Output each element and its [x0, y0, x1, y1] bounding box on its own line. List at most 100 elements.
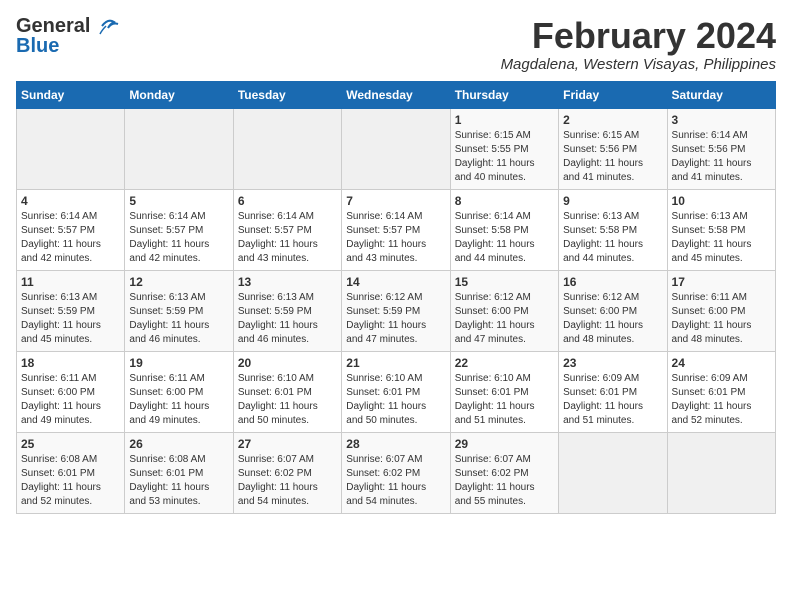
calendar-day-cell: 6Sunrise: 6:14 AM Sunset: 5:57 PM Daylig…: [233, 189, 341, 270]
calendar-day-cell: 4 Sunrise: 6:14 AM Sunset: 5:57 PM Daylig…: [17, 189, 125, 270]
calendar-day-cell: 3 Sunrise: 6:14 AM Sunset: 5:56 PM Daylig…: [667, 108, 775, 189]
day-info: Sunrise: 6:13 AM Sunset: 5:59 PM Dayligh…: [129, 291, 228, 347]
day-info: Sunrise: 6:13 AM Sunset: 5:59 PM Dayligh…: [238, 291, 337, 347]
calendar-day-cell: 29 Sunrise: 6:07 AM Sunset: 6:02 PM Dayli…: [450, 432, 558, 513]
day-of-week-header: Friday: [559, 81, 667, 108]
day-of-week-header: Monday: [125, 81, 233, 108]
day-info: Sunrise: 6:08 AM Sunset: 6:01 PM Dayligh…: [21, 453, 120, 509]
day-number: 8: [455, 194, 554, 208]
day-info: Sunrise: 6:08 AM Sunset: 6:01 PM Dayligh…: [129, 453, 228, 509]
day-of-week-header: Sunday: [17, 81, 125, 108]
day-number: 1: [455, 113, 554, 127]
calendar-day-cell: [667, 432, 775, 513]
day-of-week-header: Wednesday: [342, 81, 450, 108]
day-number: 29: [455, 437, 554, 451]
header: GeneralBlue February 2024 Magdalena, Wes…: [16, 16, 776, 73]
day-number: 7: [346, 194, 445, 208]
day-info: Sunrise: 6:12 AM Sunset: 6:00 PM Dayligh…: [563, 291, 662, 347]
calendar-body: 1 Sunrise: 6:15 AM Sunset: 5:55 PM Daylig…: [17, 108, 776, 513]
calendar-day-cell: 24 Sunrise: 6:09 AM Sunset: 6:01 PM Dayli…: [667, 351, 775, 432]
day-number: 18: [21, 356, 120, 370]
day-info: Sunrise: 6:14 AM Sunset: 5:57 PM Dayligh…: [238, 210, 337, 266]
calendar-table: SundayMondayTuesdayWednesdayThursdayFrid…: [16, 81, 776, 514]
day-info: Sunrise: 6:14 AM Sunset: 5:57 PM Dayligh…: [21, 210, 120, 266]
day-info: Sunrise: 6:10 AM Sunset: 6:01 PM Dayligh…: [238, 372, 337, 428]
day-number: 12: [129, 275, 228, 289]
calendar-day-cell: [342, 108, 450, 189]
calendar-day-cell: 7Sunrise: 6:14 AM Sunset: 5:57 PM Daylig…: [342, 189, 450, 270]
calendar-day-cell: 23 Sunrise: 6:09 AM Sunset: 6:01 PM Dayli…: [559, 351, 667, 432]
calendar-day-cell: 2Sunrise: 6:15 AM Sunset: 5:56 PM Daylig…: [559, 108, 667, 189]
title-area: February 2024 Magdalena, Western Visayas…: [501, 16, 776, 73]
calendar-week-row: 11 Sunrise: 6:13 AM Sunset: 5:59 PM Dayli…: [17, 270, 776, 351]
day-number: 25: [21, 437, 120, 451]
day-info: Sunrise: 6:07 AM Sunset: 6:02 PM Dayligh…: [346, 453, 445, 509]
calendar-day-cell: 17Sunrise: 6:11 AM Sunset: 6:00 PM Dayli…: [667, 270, 775, 351]
day-number: 16: [563, 275, 662, 289]
logo-text: GeneralBlue: [16, 16, 90, 56]
calendar-day-cell: 14Sunrise: 6:12 AM Sunset: 5:59 PM Dayli…: [342, 270, 450, 351]
day-info: Sunrise: 6:14 AM Sunset: 5:57 PM Dayligh…: [129, 210, 228, 266]
month-title: February 2024: [501, 16, 776, 56]
day-number: 10: [672, 194, 771, 208]
day-of-week-header: Thursday: [450, 81, 558, 108]
day-info: Sunrise: 6:10 AM Sunset: 6:01 PM Dayligh…: [455, 372, 554, 428]
day-number: 20: [238, 356, 337, 370]
calendar-day-cell: 16 Sunrise: 6:12 AM Sunset: 6:00 PM Dayli…: [559, 270, 667, 351]
day-info: Sunrise: 6:07 AM Sunset: 6:02 PM Dayligh…: [455, 453, 554, 509]
day-info: Sunrise: 6:15 AM Sunset: 5:55 PM Dayligh…: [455, 129, 554, 185]
day-number: 11: [21, 275, 120, 289]
day-info: Sunrise: 6:09 AM Sunset: 6:01 PM Dayligh…: [672, 372, 771, 428]
calendar-day-cell: 12 Sunrise: 6:13 AM Sunset: 5:59 PM Dayli…: [125, 270, 233, 351]
day-info: Sunrise: 6:13 AM Sunset: 5:58 PM Dayligh…: [563, 210, 662, 266]
day-number: 4: [21, 194, 120, 208]
day-number: 5: [129, 194, 228, 208]
day-of-week-header: Tuesday: [233, 81, 341, 108]
calendar-day-cell: [17, 108, 125, 189]
day-number: 13: [238, 275, 337, 289]
calendar-day-cell: [125, 108, 233, 189]
day-number: 9: [563, 194, 662, 208]
day-number: 21: [346, 356, 445, 370]
day-number: 22: [455, 356, 554, 370]
day-info: Sunrise: 6:10 AM Sunset: 6:01 PM Dayligh…: [346, 372, 445, 428]
day-info: Sunrise: 6:09 AM Sunset: 6:01 PM Dayligh…: [563, 372, 662, 428]
calendar-day-cell: 5 Sunrise: 6:14 AM Sunset: 5:57 PM Daylig…: [125, 189, 233, 270]
day-info: Sunrise: 6:12 AM Sunset: 5:59 PM Dayligh…: [346, 291, 445, 347]
calendar-day-cell: 13 Sunrise: 6:13 AM Sunset: 5:59 PM Dayli…: [233, 270, 341, 351]
calendar-day-cell: 20 Sunrise: 6:10 AM Sunset: 6:01 PM Dayli…: [233, 351, 341, 432]
calendar-day-cell: 18 Sunrise: 6:11 AM Sunset: 6:00 PM Dayli…: [17, 351, 125, 432]
day-info: Sunrise: 6:12 AM Sunset: 6:00 PM Dayligh…: [455, 291, 554, 347]
calendar-day-cell: 11 Sunrise: 6:13 AM Sunset: 5:59 PM Dayli…: [17, 270, 125, 351]
day-info: Sunrise: 6:14 AM Sunset: 5:56 PM Dayligh…: [672, 129, 771, 185]
day-number: 28: [346, 437, 445, 451]
day-number: 26: [129, 437, 228, 451]
calendar-day-cell: 25 Sunrise: 6:08 AM Sunset: 6:01 PM Dayli…: [17, 432, 125, 513]
day-number: 15: [455, 275, 554, 289]
calendar-header-row: SundayMondayTuesdayWednesdayThursdayFrid…: [17, 81, 776, 108]
logo: GeneralBlue: [16, 16, 120, 56]
calendar-week-row: 25 Sunrise: 6:08 AM Sunset: 6:01 PM Dayli…: [17, 432, 776, 513]
day-info: Sunrise: 6:13 AM Sunset: 5:59 PM Dayligh…: [21, 291, 120, 347]
calendar-day-cell: 1 Sunrise: 6:15 AM Sunset: 5:55 PM Daylig…: [450, 108, 558, 189]
day-info: Sunrise: 6:14 AM Sunset: 5:58 PM Dayligh…: [455, 210, 554, 266]
day-number: 3: [672, 113, 771, 127]
calendar-day-cell: 9 Sunrise: 6:13 AM Sunset: 5:58 PM Daylig…: [559, 189, 667, 270]
day-info: Sunrise: 6:11 AM Sunset: 6:00 PM Dayligh…: [672, 291, 771, 347]
calendar-day-cell: 8 Sunrise: 6:14 AM Sunset: 5:58 PM Daylig…: [450, 189, 558, 270]
day-number: 27: [238, 437, 337, 451]
calendar-week-row: 18 Sunrise: 6:11 AM Sunset: 6:00 PM Dayli…: [17, 351, 776, 432]
calendar-day-cell: 21 Sunrise: 6:10 AM Sunset: 6:01 PM Dayli…: [342, 351, 450, 432]
calendar-week-row: 1 Sunrise: 6:15 AM Sunset: 5:55 PM Daylig…: [17, 108, 776, 189]
day-info: Sunrise: 6:11 AM Sunset: 6:00 PM Dayligh…: [21, 372, 120, 428]
day-number: 24: [672, 356, 771, 370]
day-info: Sunrise: 6:07 AM Sunset: 6:02 PM Dayligh…: [238, 453, 337, 509]
calendar-day-cell: 28 Sunrise: 6:07 AM Sunset: 6:02 PM Dayli…: [342, 432, 450, 513]
calendar-day-cell: 15 Sunrise: 6:12 AM Sunset: 6:00 PM Dayli…: [450, 270, 558, 351]
calendar-day-cell: 19Sunrise: 6:11 AM Sunset: 6:00 PM Dayli…: [125, 351, 233, 432]
day-info: Sunrise: 6:13 AM Sunset: 5:58 PM Dayligh…: [672, 210, 771, 266]
logo-bird-icon: [92, 16, 120, 38]
day-number: 23: [563, 356, 662, 370]
day-number: 2: [563, 113, 662, 127]
day-of-week-header: Saturday: [667, 81, 775, 108]
